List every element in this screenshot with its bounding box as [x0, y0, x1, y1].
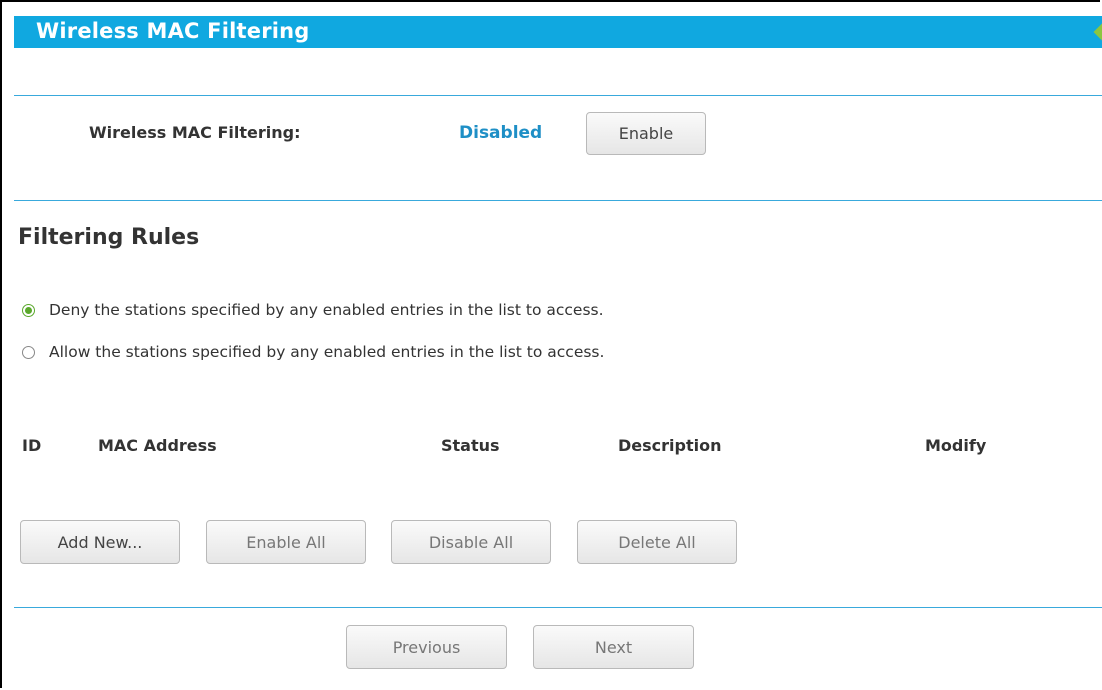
previous-button[interactable]: Previous	[346, 625, 507, 669]
column-header-status: Status	[441, 436, 500, 455]
delete-all-button[interactable]: Delete All	[577, 520, 737, 564]
column-header-modify: Modify	[925, 436, 987, 455]
divider	[14, 607, 1102, 608]
divider	[14, 95, 1102, 96]
mac-filtering-label: Wireless MAC Filtering:	[89, 123, 301, 142]
page-header: Wireless MAC Filtering	[14, 16, 1102, 48]
allow-option-label: Allow the stations specified by any enab…	[49, 343, 605, 361]
disable-all-button[interactable]: Disable All	[391, 520, 551, 564]
column-header-mac-address: MAC Address	[98, 436, 217, 455]
allow-radio[interactable]	[22, 345, 35, 359]
column-header-id: ID	[22, 436, 42, 455]
page-title: Wireless MAC Filtering	[36, 19, 310, 43]
allow-option[interactable]: Allow the stations specified by any enab…	[22, 343, 604, 361]
divider	[14, 200, 1102, 201]
enable-button[interactable]: Enable	[586, 112, 706, 155]
deny-option-label: Deny the stations specified by any enabl…	[49, 301, 604, 319]
next-button[interactable]: Next	[533, 625, 694, 669]
column-header-description: Description	[618, 436, 722, 455]
deny-option[interactable]: Deny the stations specified by any enabl…	[22, 301, 604, 319]
add-new-button[interactable]: Add New...	[20, 520, 180, 564]
mac-filtering-status: Disabled	[459, 123, 543, 143]
header-accent-icon	[1093, 23, 1102, 41]
enable-all-button[interactable]: Enable All	[206, 520, 366, 564]
deny-radio[interactable]	[22, 303, 35, 317]
filtering-rules-title: Filtering Rules	[18, 225, 200, 250]
